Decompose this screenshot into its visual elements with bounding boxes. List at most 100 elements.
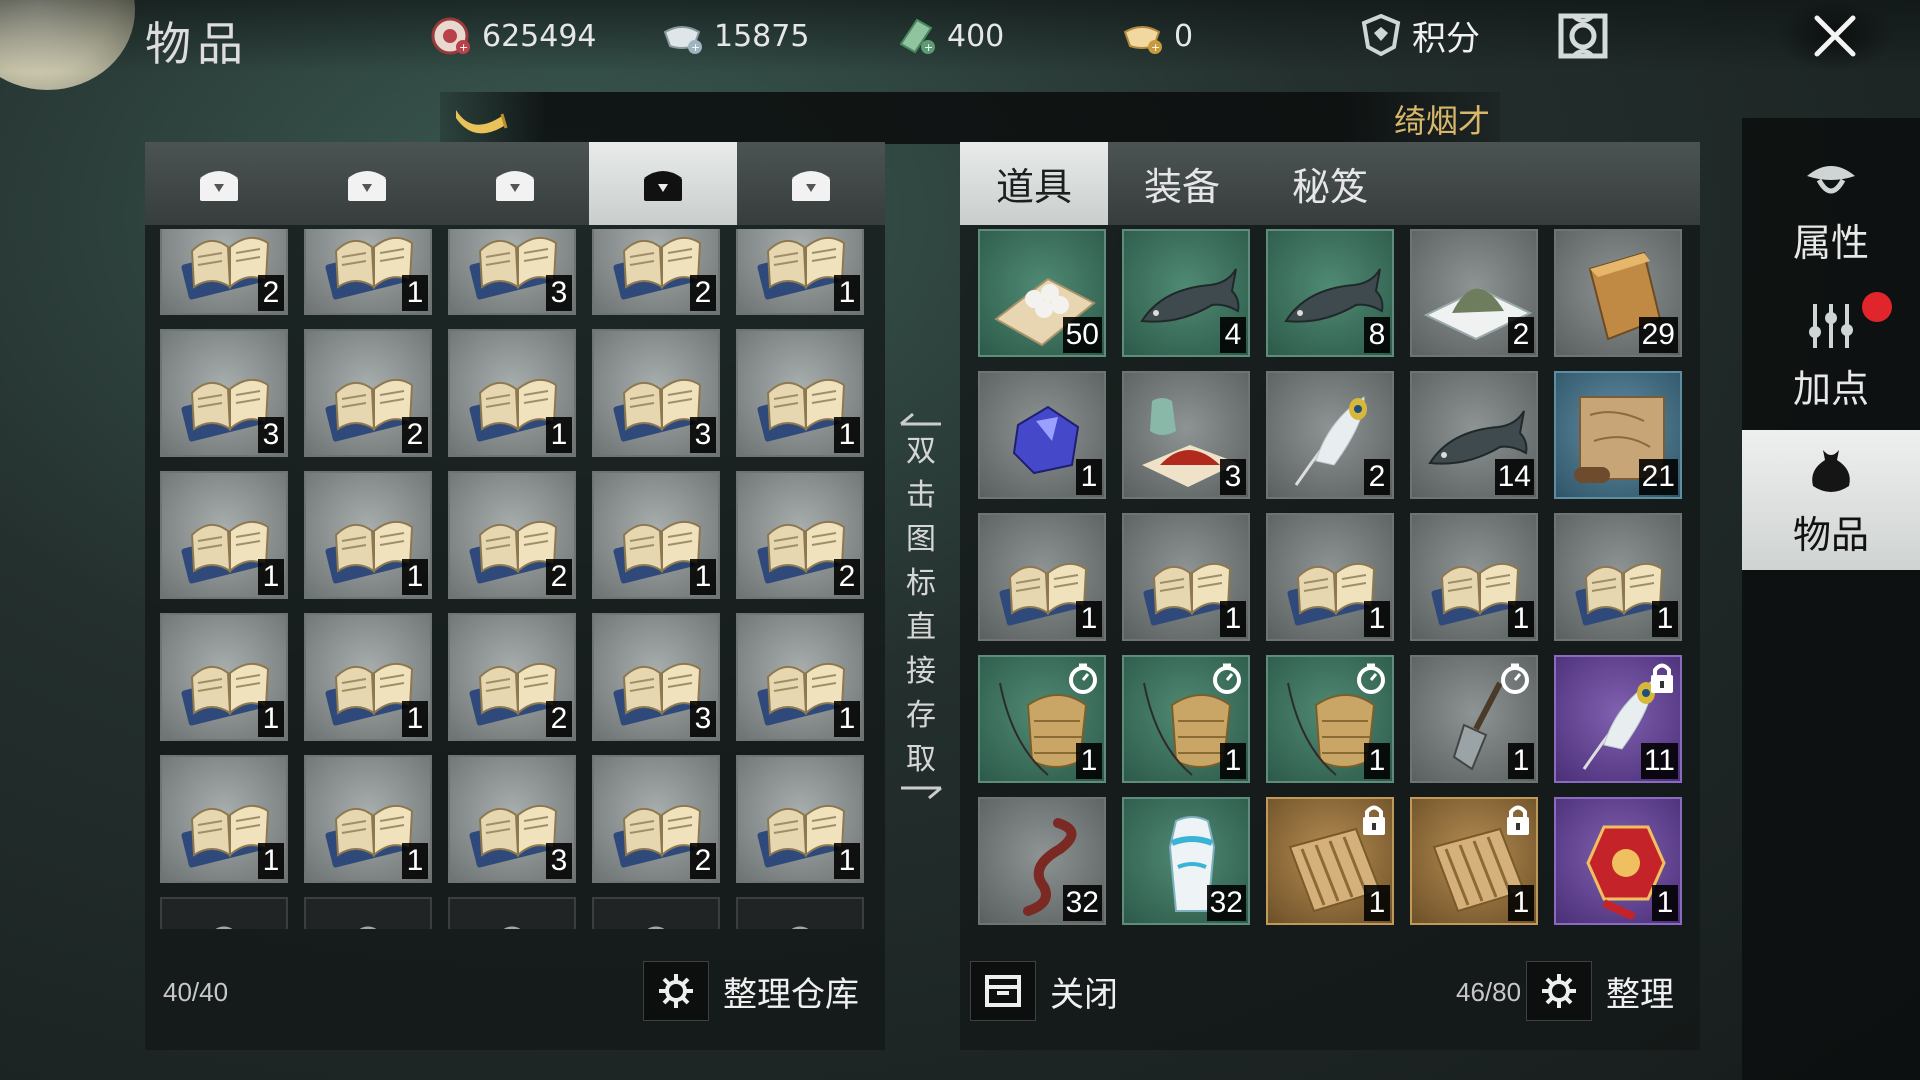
warehouse-slot-empty[interactable]: [160, 897, 288, 929]
arrow-right-icon: [901, 786, 942, 800]
warehouse-chest-tab-5[interactable]: [737, 142, 885, 225]
warehouse-slot[interactable]: 1: [304, 613, 432, 741]
warehouse-slot[interactable]: 3: [592, 329, 720, 457]
item-quantity: 3: [546, 843, 572, 879]
warehouse-slot[interactable]: 3: [592, 613, 720, 741]
warehouse-slot[interactable]: 1: [304, 755, 432, 883]
bag-slot[interactable]: 8: [1266, 229, 1394, 357]
bag-slot[interactable]: 1: [1122, 513, 1250, 641]
bag-slot[interactable]: 1: [1266, 797, 1394, 925]
bag-slot[interactable]: 4: [1122, 229, 1250, 357]
bag-slot[interactable]: 1: [1122, 655, 1250, 783]
warehouse-slot[interactable]: 1: [160, 471, 288, 599]
bag-slot[interactable]: 2: [1410, 229, 1538, 357]
item-quantity: 1: [1220, 601, 1246, 637]
bag-slot[interactable]: 3: [1122, 371, 1250, 499]
item-quantity: 1: [690, 559, 716, 595]
bag-tab[interactable]: 道具: [960, 142, 1108, 225]
warehouse-slot-empty[interactable]: [736, 897, 864, 929]
settings-swirl-icon[interactable]: [1553, 6, 1613, 66]
bag-slot[interactable]: 14: [1410, 371, 1538, 499]
warehouse-slot-empty[interactable]: [304, 897, 432, 929]
warehouse-grid[interactable]: 2 1 3 2 1 3 2 1 3 1 1 1 2 1 2 1 1 2 3 1 1 1 3 2 1: [145, 229, 885, 929]
warehouse-chest-tab-3[interactable]: [441, 142, 589, 225]
item-quantity: 1: [1364, 601, 1390, 637]
warehouse-chest-tab-2[interactable]: [293, 142, 441, 225]
bag-slot[interactable]: 29: [1554, 229, 1682, 357]
warehouse-slot-empty[interactable]: [448, 897, 576, 929]
bag-slot[interactable]: 11: [1554, 655, 1682, 783]
timer-icon: [1069, 663, 1097, 694]
silver-ingot-icon: +: [663, 26, 702, 54]
bag-grid[interactable]: 50 4 8 2 29 1 3 2 14 21 1 1 1 1 1 1 1 1 1 11 32 32 1 1 1: [960, 229, 1700, 929]
bag-slot[interactable]: 1: [1410, 655, 1538, 783]
warehouse-slot[interactable]: 2: [736, 471, 864, 599]
bag-slot[interactable]: 1: [1266, 655, 1394, 783]
bag-slot[interactable]: 32: [978, 797, 1106, 925]
item-quantity: 3: [1220, 459, 1246, 495]
warehouse-slot[interactable]: 3: [160, 329, 288, 457]
treasure-chest-icon: [200, 170, 238, 201]
warehouse-slot[interactable]: 1: [736, 229, 864, 315]
timer-icon: [1213, 663, 1241, 694]
item-quantity: 29: [1638, 317, 1678, 353]
side-nav-points[interactable]: 加点: [1742, 286, 1920, 426]
warehouse-slot[interactable]: 3: [448, 229, 576, 315]
warehouse-slot[interactable]: 1: [160, 755, 288, 883]
bag-slot[interactable]: 1: [1410, 513, 1538, 641]
warehouse-slot[interactable]: 1: [736, 329, 864, 457]
bag-slot[interactable]: 1: [1410, 797, 1538, 925]
organize-warehouse-button[interactable]: 整理仓库: [643, 961, 859, 1021]
bag-slot[interactable]: 1: [978, 655, 1106, 783]
bag-slot[interactable]: 1: [1266, 513, 1394, 641]
score-button[interactable]: 积分: [1360, 10, 1480, 60]
warehouse-slot[interactable]: 3: [448, 755, 576, 883]
hat-icon: [1807, 165, 1855, 193]
warehouse-slot[interactable]: 2: [160, 229, 288, 315]
gold-ingot-icon: +: [1123, 26, 1162, 54]
warehouse-slot[interactable]: 2: [448, 613, 576, 741]
bag-slot[interactable]: 1: [978, 513, 1106, 641]
warehouse-slot[interactable]: 1: [736, 613, 864, 741]
warehouse-slot[interactable]: 2: [448, 471, 576, 599]
side-nav-items[interactable]: 物品: [1742, 430, 1920, 570]
item-quantity: 21: [1638, 459, 1678, 495]
coin-gear-icon: +: [431, 17, 470, 55]
item-quantity: 1: [1076, 601, 1102, 637]
organize-bag-button[interactable]: 整理: [1526, 961, 1674, 1021]
warehouse-slot-empty[interactable]: [592, 897, 720, 929]
bag-slot[interactable]: 32: [1122, 797, 1250, 925]
bag-tabs: 道具 装备 秘笈: [960, 142, 1700, 225]
warehouse-slot[interactable]: 1: [160, 613, 288, 741]
warehouse-slot[interactable]: 1: [304, 471, 432, 599]
warehouse-chest-tab-1[interactable]: [145, 142, 293, 225]
warehouse-chest-tab-4[interactable]: [589, 142, 737, 225]
item-quantity: 1: [402, 559, 428, 595]
notification-dot: [1862, 292, 1892, 322]
treasure-chest-icon: [792, 170, 830, 201]
chest-icon-box: [970, 961, 1036, 1021]
bag-slot[interactable]: 1: [978, 371, 1106, 499]
warehouse-slot[interactable]: 2: [592, 229, 720, 315]
gear-icon: [659, 974, 693, 1008]
bag-slot[interactable]: 1: [1554, 513, 1682, 641]
warehouse-grid-inner: 2 1 3 2 1 3 2 1 3 1 1 1 2 1 2 1 1 2 3 1 1 1 3 2 1: [160, 229, 864, 929]
close-button[interactable]: [1775, 0, 1895, 72]
bag-slot[interactable]: 21: [1554, 371, 1682, 499]
warehouse-slot[interactable]: 1: [304, 229, 432, 315]
warehouse-slot[interactable]: 2: [592, 755, 720, 883]
warehouse-slot[interactable]: 1: [448, 329, 576, 457]
bag-slot[interactable]: 2: [1266, 371, 1394, 499]
close-warehouse-button[interactable]: 关闭: [970, 961, 1118, 1021]
warehouse-slot[interactable]: 2: [304, 329, 432, 457]
bag-tab[interactable]: 装备: [1108, 142, 1256, 225]
bag-slot[interactable]: 1: [1554, 797, 1682, 925]
warehouse-slot[interactable]: 1: [736, 755, 864, 883]
empty-slot-icon: [215, 926, 233, 929]
bag-slot[interactable]: 50: [978, 229, 1106, 357]
item-quantity: 2: [546, 559, 572, 595]
item-quantity: 3: [258, 417, 284, 453]
warehouse-slot[interactable]: 1: [592, 471, 720, 599]
side-nav-attributes[interactable]: 属性: [1742, 140, 1920, 280]
bag-tab[interactable]: 秘笈: [1256, 142, 1404, 225]
